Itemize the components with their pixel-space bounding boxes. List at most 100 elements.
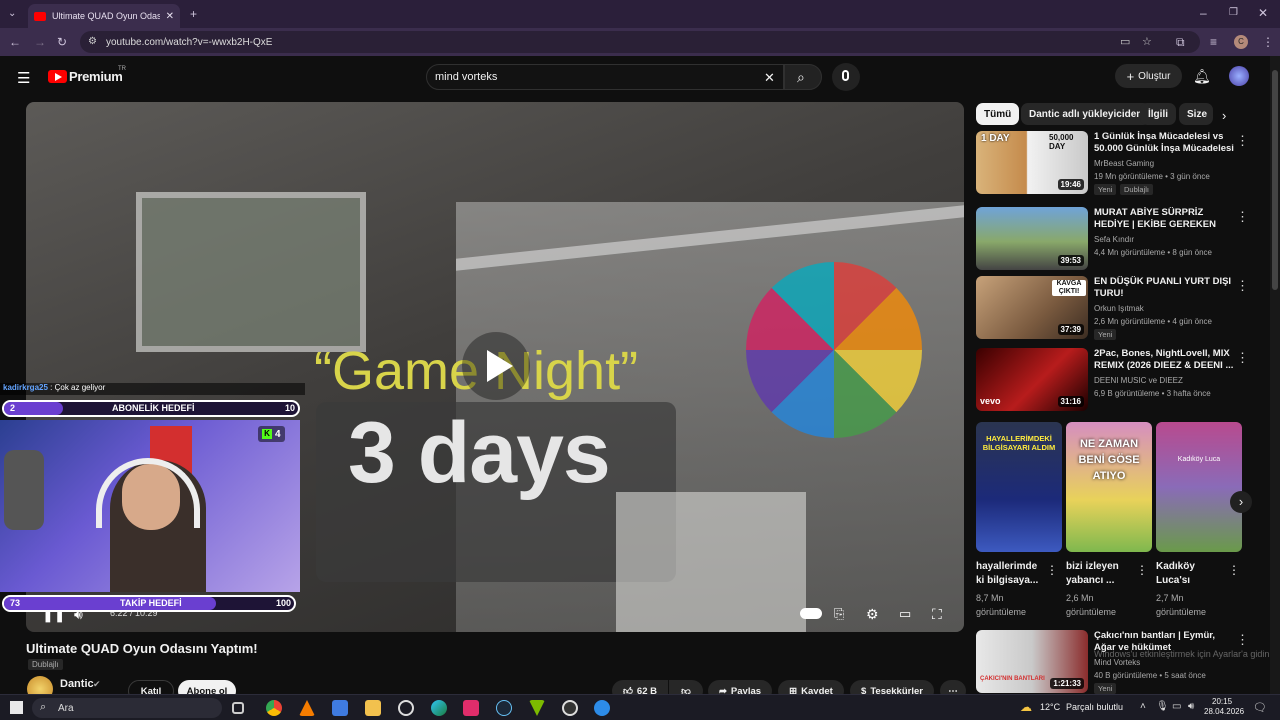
recommendation-meta: 2,6 Mn görüntüleme • 4 gün önce: [1094, 317, 1212, 326]
store-taskbar-icon[interactable]: [332, 700, 348, 716]
short-options-icon[interactable]: ⋮: [1046, 563, 1058, 577]
clock-time[interactable]: 20:15: [1212, 697, 1232, 706]
forward-icon[interactable]: →: [34, 36, 46, 48]
fullscreen-icon[interactable]: ⛶: [932, 606, 942, 623]
short-thumbnail[interactable]: NE ZAMAN BENİ GÖSE ATIYO: [1066, 422, 1152, 552]
tray-chevron-icon[interactable]: ˄: [1140, 701, 1146, 712]
weather-temp: 12°C: [1040, 702, 1061, 712]
reload-icon[interactable]: ↻: [57, 36, 67, 48]
search-input[interactable]: mind vorteks ✕: [426, 64, 784, 90]
minimize-icon[interactable]: –: [1200, 7, 1207, 19]
vectorworks-taskbar-icon[interactable]: [529, 700, 545, 716]
recommendation-item[interactable]: vevo 31:16 2Pac, Bones, NightLovell, MIX…: [976, 348, 1261, 412]
back-icon[interactable]: ←: [9, 36, 21, 48]
short-thumbnail[interactable]: HAYALLERİMDEKİ BİLGİSAYARI ALDIM: [976, 422, 1062, 552]
taskbar-search[interactable]: ⌕ Ara: [32, 698, 222, 718]
recommendation-item[interactable]: 1 DAY 50,000 DAY 19:46 1 Günlük İnşa Müc…: [976, 131, 1261, 195]
hamburger-menu-icon[interactable]: ☰: [17, 69, 30, 87]
task-view-icon[interactable]: [232, 702, 244, 714]
kick-count: 4: [275, 428, 281, 440]
short-title[interactable]: Kadıköy Luca'sı: [1156, 560, 1226, 588]
steam-taskbar-icon[interactable]: [496, 700, 512, 716]
site-info-icon[interactable]: ⚙: [88, 36, 97, 47]
bookmark-star-icon[interactable]: ☆: [1142, 35, 1152, 48]
profile-avatar[interactable]: C: [1234, 35, 1248, 49]
extensions-icon[interactable]: ⧉: [1176, 36, 1185, 48]
recommendation-channel[interactable]: Sefa Kındır: [1094, 235, 1134, 244]
recommendation-thumbnail[interactable]: 1 DAY 50,000 DAY 19:46: [976, 131, 1088, 194]
close-window-icon[interactable]: ✕: [1258, 7, 1268, 19]
notifications-icon[interactable]: 🗨︎: [1253, 701, 1267, 714]
settings-gear-icon[interactable]: ⚙: [866, 606, 879, 623]
clock-date[interactable]: 28.04.2026: [1204, 707, 1244, 716]
recommendation-thumbnail[interactable]: 39:53: [976, 207, 1088, 270]
tray-network-icon[interactable]: ▭: [1172, 701, 1181, 712]
windows-start-icon[interactable]: [10, 701, 23, 714]
autoplay-toggle[interactable]: [800, 608, 822, 619]
recommendation-channel[interactable]: Mind Vorteks: [1094, 658, 1140, 667]
recommendation-item[interactable]: 39:53 MURAT ABİYE SÜRPRİZ HEDİYE | EKİBE…: [976, 207, 1261, 271]
recommendation-thumbnail[interactable]: vevo 31:16: [976, 348, 1088, 411]
edge-taskbar-icon[interactable]: [431, 700, 447, 716]
more-options-icon[interactable]: ⋮: [1236, 632, 1249, 648]
restore-icon[interactable]: ❐: [1229, 7, 1238, 19]
short-options-icon[interactable]: ⋮: [1136, 563, 1148, 577]
browser-tab[interactable]: Ultimate QUAD Oyun Odası ✕: [28, 4, 180, 28]
chip-related[interactable]: İlgili: [1140, 103, 1176, 125]
short-title[interactable]: bizi izleyen yabancı ...: [1066, 560, 1136, 588]
recommendation-channel[interactable]: MrBeast Gaming: [1094, 159, 1154, 168]
new-tab-icon[interactable]: +: [190, 8, 197, 20]
obs-taskbar-icon[interactable]: [562, 700, 578, 716]
search-button[interactable]: ⌕: [784, 64, 822, 90]
account-avatar[interactable]: [1229, 66, 1249, 86]
recommendation-thumbnail[interactable]: ÇAKICI'NIN BANTLARI 1:21:33: [976, 630, 1088, 693]
tab-list-icon[interactable]: ⌄: [8, 8, 16, 20]
tray-volume-icon[interactable]: 🔊︎: [1188, 701, 1194, 712]
address-bar[interactable]: ⚙ youtube.com/watch?v=-wwxb2H-QxE ▭ ☆: [80, 31, 1200, 53]
channel-name[interactable]: Dantic: [60, 678, 94, 690]
recommendation-title[interactable]: 1 Günlük İnşa Mücadelesi vs 50.000 Günlü…: [1094, 131, 1234, 155]
chip-all[interactable]: Tümü: [976, 103, 1020, 125]
chatgpt-taskbar-icon[interactable]: [398, 700, 414, 716]
recommendation-title[interactable]: EN DÜŞÜK PUANLI YURT DIŞI TURU!: [1094, 276, 1234, 300]
recommendation-thumbnail[interactable]: KAVGA ÇIKTI! 37:39: [976, 276, 1088, 339]
shorts-next-chevron-icon[interactable]: ›: [1230, 491, 1252, 513]
recommendation-item[interactable]: KAVGA ÇIKTI! 37:39 EN DÜŞÜK PUANLI YURT …: [976, 276, 1261, 340]
more-options-icon[interactable]: ⋮: [1236, 278, 1249, 294]
search-query: mind vorteks: [435, 71, 498, 83]
recommendation-title[interactable]: MURAT ABİYE SÜRPRİZ HEDİYE | EKİBE GEREK…: [1094, 207, 1234, 231]
recommendation-channel[interactable]: DEENI MUSIC ve DIEEZ: [1094, 376, 1183, 385]
app-taskbar-icon[interactable]: [594, 700, 610, 716]
close-tab-icon[interactable]: ✕: [166, 11, 174, 22]
short-title[interactable]: hayallerimde ki bilgisaya...: [976, 560, 1046, 588]
tiktok-taskbar-icon[interactable]: [463, 700, 479, 716]
notifications-bell-icon[interactable]: 🔔︎: [1193, 68, 1211, 85]
chip-from-dantic[interactable]: Dantic adlı yükleyiciden: [1021, 103, 1151, 125]
recommendation-channel[interactable]: Orkun Işıtmak: [1094, 304, 1144, 313]
more-options-icon[interactable]: ⋮: [1236, 209, 1249, 225]
weather-icon[interactable]: ☁: [1020, 700, 1032, 714]
short-options-icon[interactable]: ⋮: [1228, 563, 1240, 577]
create-button[interactable]: + Oluştur: [1115, 64, 1182, 88]
voice-search-button[interactable]: [832, 63, 860, 91]
short-thumbnail[interactable]: Kadıköy Luca: [1156, 422, 1242, 552]
browser-menu-icon[interactable]: ⋮: [1262, 36, 1274, 48]
taskbar-search-placeholder: Ara: [58, 702, 74, 714]
theater-mode-icon[interactable]: ▭: [899, 606, 911, 622]
vlc-taskbar-icon[interactable]: [299, 700, 315, 716]
media-controls-icon[interactable]: ≡: [1210, 36, 1217, 48]
clear-search-icon[interactable]: ✕: [764, 70, 775, 86]
chip-for-you[interactable]: Size: [1179, 103, 1213, 125]
install-app-icon[interactable]: ▭: [1120, 35, 1130, 48]
chrome-taskbar-icon[interactable]: [266, 700, 282, 716]
subtitles-icon[interactable]: ⎘: [834, 606, 844, 622]
more-options-icon[interactable]: ⋮: [1236, 350, 1249, 366]
recommendation-title[interactable]: 2Pac, Bones, NightLovell, MIX REMIX (202…: [1094, 348, 1234, 372]
recommendation-item[interactable]: ÇAKICI'NIN BANTLARI 1:21:33 Çakıcı'nın b…: [976, 630, 1261, 694]
file-explorer-taskbar-icon[interactable]: [365, 700, 381, 716]
more-options-icon[interactable]: ⋮: [1236, 133, 1249, 149]
chips-next-chevron-icon[interactable]: ›: [1222, 108, 1226, 123]
tray-mic-icon[interactable]: 🎙︎: [1156, 701, 1169, 712]
play-button[interactable]: [462, 332, 530, 400]
scrollbar-thumb[interactable]: [1272, 70, 1278, 290]
